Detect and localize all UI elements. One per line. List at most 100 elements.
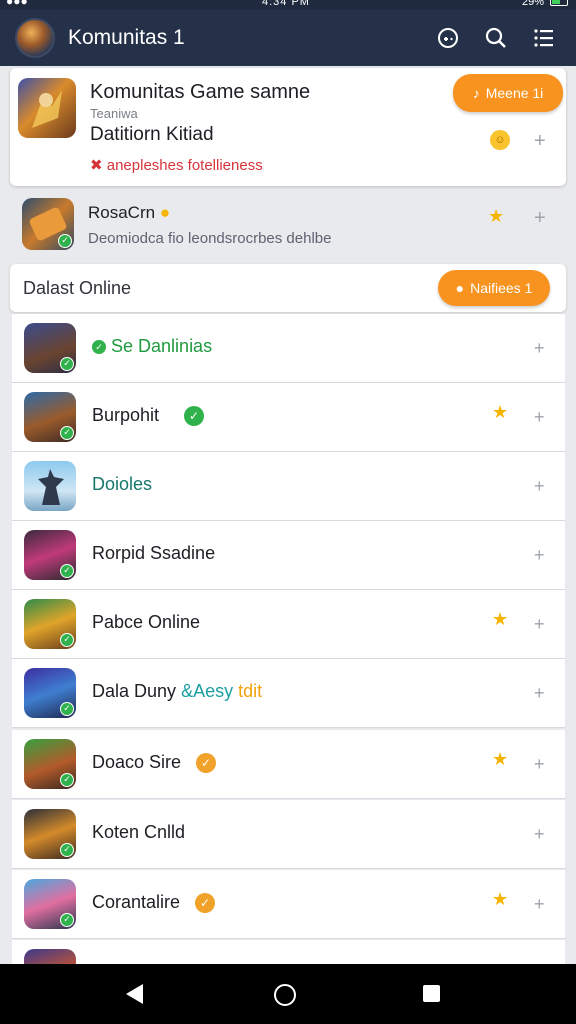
- featured-pill-button[interactable]: ♪ Meene 1i: [453, 74, 563, 112]
- check-icon: ✓: [184, 406, 205, 427]
- featured-line: Datitiorn Kitiad: [90, 124, 214, 145]
- badge-icon: ✓: [196, 753, 217, 774]
- battery-label: 29%: [521, 0, 544, 8]
- game-icon: ✓: [24, 668, 76, 718]
- notifications-button[interactable]: ● Naifiees 1: [438, 270, 550, 306]
- list-item[interactable]: ✓ Corantalire ✓ ★ +: [12, 870, 565, 939]
- emoji-icon[interactable]: ☺: [490, 130, 510, 150]
- item-name: Rorpid Ssadine: [92, 543, 216, 563]
- plus-icon[interactable]: +: [534, 208, 546, 228]
- game-icon: ✓: [24, 392, 76, 442]
- list-item[interactable]: ✓ Rorpid Ssadine +: [12, 521, 565, 590]
- second-game-icon: ✓: [22, 198, 74, 250]
- battery-icon: [550, 0, 568, 6]
- verified-icon: ✓: [60, 773, 74, 787]
- status-time: 4:34 PM: [262, 0, 310, 8]
- section-header: Dalast Online ● Naifiees 1: [10, 264, 566, 312]
- star-icon[interactable]: ★: [492, 890, 508, 908]
- item-name: Koten Cnlld: [92, 822, 186, 842]
- star-icon[interactable]: ★: [488, 207, 504, 225]
- verified-icon: ✓: [60, 913, 74, 927]
- second-item[interactable]: ✓ RosaCrn ● Deomiodca fio leondsrocrbes …: [10, 190, 566, 260]
- bell-icon: ●: [455, 280, 465, 296]
- item-name-suffix: &Aesy: [181, 681, 234, 701]
- game-controller-icon[interactable]: [434, 24, 462, 52]
- app-bar-actions: [434, 24, 558, 52]
- game-icon: ✓: [24, 739, 76, 789]
- game-icon: ✓: [24, 809, 76, 859]
- plus-icon[interactable]: +: [534, 338, 545, 358]
- verified-icon: ✓: [60, 702, 74, 716]
- item-name-text: Corantalire: [92, 892, 181, 912]
- list-item[interactable]: ✓ Pabce Online ★ +: [12, 590, 565, 659]
- page-title: Komunitas 1: [68, 26, 185, 49]
- item-name-text: Se Danlinias: [111, 336, 213, 356]
- verified-icon: ✓: [60, 843, 74, 857]
- plus-icon[interactable]: +: [534, 131, 546, 151]
- item-name: Pabce Online: [92, 612, 201, 632]
- second-description: Deomiodca fio leondsrocrbes dehlbe: [88, 230, 332, 247]
- recent-apps-icon[interactable]: [423, 985, 440, 1002]
- notifications-label: Naifiees 1: [470, 280, 533, 296]
- star-icon[interactable]: ★: [492, 610, 508, 628]
- featured-warning: ✖ anepleshes fotellieness: [90, 156, 263, 174]
- item-name: Doaco Sire ✓: [92, 752, 217, 774]
- second-title: RosaCrn ●: [88, 203, 170, 223]
- game-icon: [24, 461, 76, 511]
- section-label: Dalast Online: [23, 278, 132, 298]
- verified-icon: ✓: [60, 426, 74, 440]
- plus-icon[interactable]: +: [534, 683, 545, 703]
- star-icon[interactable]: ★: [492, 750, 508, 768]
- plus-icon[interactable]: +: [534, 545, 545, 565]
- verified-icon: ✓: [60, 564, 74, 578]
- list-item[interactable]: ✓ Koten Cnlld +: [12, 800, 565, 869]
- item-name: Dala Duny &Aesy tdit: [92, 681, 262, 702]
- back-icon[interactable]: [126, 984, 143, 1004]
- menu-icon[interactable]: [530, 24, 558, 52]
- featured-game-icon: [18, 78, 76, 138]
- game-icon: ✓: [24, 323, 76, 373]
- signal-icon: ●●●: [6, 0, 28, 8]
- online-icon: ✓: [92, 340, 106, 355]
- plus-icon[interactable]: +: [534, 754, 545, 774]
- list-item[interactable]: ✓ ✓ Se Danlinias +: [12, 314, 565, 383]
- item-name: ✓ Se Danlinias: [92, 336, 212, 357]
- plus-icon[interactable]: +: [534, 824, 545, 844]
- featured-title: Komunitas Game samne: [90, 81, 311, 103]
- item-name-text: Doaco Sire: [92, 752, 182, 772]
- plus-icon[interactable]: +: [534, 476, 545, 496]
- verified-icon: ✓: [60, 633, 74, 647]
- item-name: Doioles: [92, 474, 153, 494]
- status-bar: ●●● 4:34 PM 29%: [0, 0, 576, 10]
- plus-icon[interactable]: +: [534, 894, 545, 914]
- game-icon: ✓: [24, 530, 76, 580]
- item-name-suffix2: tdit: [238, 681, 263, 701]
- note-icon: ♪: [472, 85, 480, 101]
- badge-icon: ●: [159, 203, 171, 222]
- avatar[interactable]: [15, 18, 55, 58]
- verified-icon: ✓: [58, 234, 72, 248]
- featured-warning-text: anepleshes fotellieness: [106, 157, 263, 174]
- plus-icon[interactable]: +: [534, 407, 545, 427]
- game-icon: ✓: [24, 599, 76, 649]
- list-item[interactable]: Doioles +: [12, 452, 565, 521]
- item-name: Burpohit ✓: [92, 405, 205, 427]
- app-bar: Komunitas 1: [0, 10, 576, 66]
- system-nav-bar: [0, 964, 576, 1024]
- item-name-text: Burpohit: [92, 405, 160, 425]
- featured-card[interactable]: Komunitas Game samne Teaniwa Datitiorn K…: [10, 68, 566, 186]
- plus-icon[interactable]: +: [534, 614, 545, 634]
- game-icon: ✓: [24, 879, 76, 929]
- home-icon[interactable]: [274, 984, 296, 1006]
- game-list: ✓ ✓ Se Danlinias + ✓ Burpohit ✓ ★ + Doio…: [12, 314, 565, 974]
- search-icon[interactable]: [482, 24, 510, 52]
- star-icon[interactable]: ★: [492, 403, 508, 421]
- featured-pill-label: Meene 1i: [485, 85, 544, 101]
- verified-icon: ✓: [60, 357, 74, 371]
- list-item[interactable]: ✓ Burpohit ✓ ★ +: [12, 383, 565, 452]
- item-name: Corantalire ✓: [92, 892, 216, 914]
- badge-icon: ✓: [195, 893, 216, 914]
- status-right: 29%: [522, 0, 568, 8]
- list-item[interactable]: ✓ Dala Duny &Aesy tdit +: [12, 659, 565, 728]
- list-item[interactable]: ✓ Doaco Sire ✓ ★ +: [12, 730, 565, 799]
